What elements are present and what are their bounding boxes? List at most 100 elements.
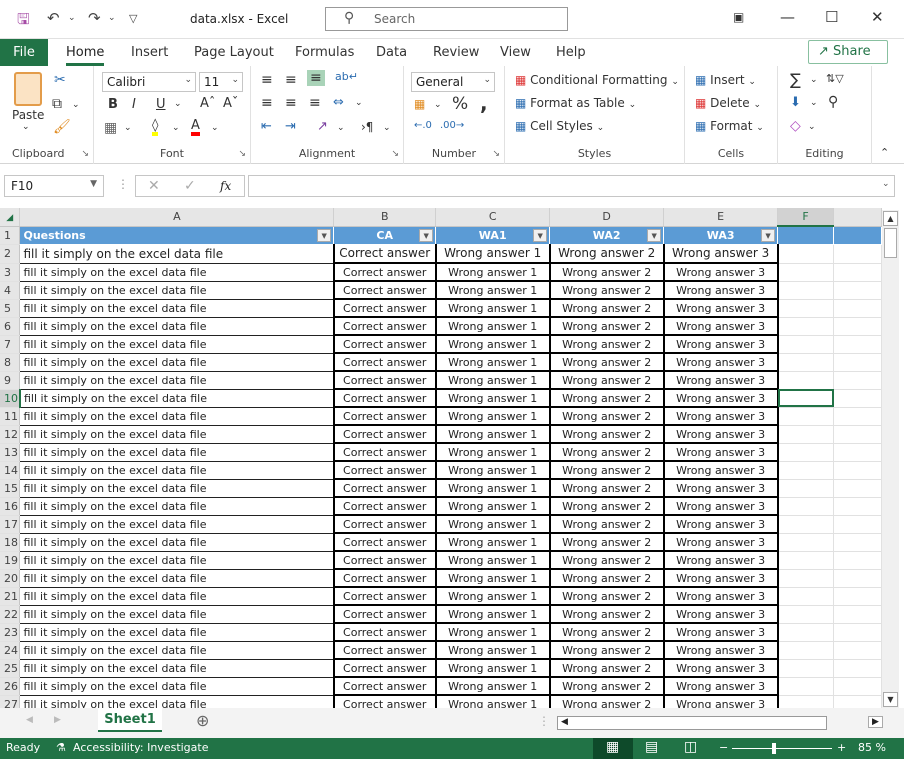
question-cell[interactable]: fill it simply on the excel data file <box>19 497 335 516</box>
answer-cell[interactable]: Correct answer <box>332 281 437 300</box>
answer-cell[interactable]: Wrong answer 2 <box>548 244 665 264</box>
question-cell[interactable]: fill it simply on the excel data file <box>19 641 335 660</box>
column-header-e[interactable]: E <box>663 208 779 227</box>
answer-cell[interactable]: Wrong answer 1 <box>434 533 551 552</box>
row-header[interactable]: 9 <box>0 371 21 390</box>
empty-cell[interactable] <box>833 569 882 588</box>
answer-cell[interactable]: Correct answer <box>332 299 437 318</box>
scroll-up-icon[interactable]: ▲ <box>883 211 898 226</box>
font-color-dropdown-icon[interactable]: ⌄ <box>211 123 219 133</box>
answer-cell[interactable]: Wrong answer 2 <box>548 677 665 696</box>
empty-cell[interactable] <box>777 263 835 282</box>
empty-cell[interactable] <box>833 551 882 570</box>
row-header[interactable]: 1 <box>0 226 21 245</box>
tab-insert[interactable]: Insert <box>131 45 168 60</box>
answer-cell[interactable]: Wrong answer 2 <box>548 497 665 516</box>
borders-dropdown-icon[interactable]: ⌄ <box>124 123 132 133</box>
answer-cell[interactable]: Wrong answer 3 <box>662 533 779 552</box>
zoom-slider-thumb[interactable] <box>771 743 776 754</box>
top-align-icon[interactable]: ≡ <box>261 72 273 88</box>
empty-cell[interactable] <box>833 226 882 245</box>
minimize-icon[interactable]: — <box>780 8 795 26</box>
question-cell[interactable]: fill it simply on the excel data file <box>19 461 335 480</box>
answer-cell[interactable]: Wrong answer 3 <box>662 407 779 426</box>
empty-cell[interactable] <box>833 263 882 282</box>
answer-cell[interactable]: Wrong answer 2 <box>548 317 665 336</box>
row-header[interactable]: 3 <box>0 263 21 282</box>
insert-function-icon[interactable]: fx <box>220 179 231 193</box>
insert-cells-button[interactable]: ▦ Insert ⌄ <box>695 73 756 87</box>
autosum-dropdown-icon[interactable]: ⌄ <box>810 75 818 85</box>
number-dialog-launcher-icon[interactable]: ↘ <box>492 149 500 159</box>
question-cell[interactable]: fill it simply on the excel data file <box>19 551 335 570</box>
row-header[interactable]: 22 <box>0 605 21 624</box>
column-header-a[interactable]: A <box>19 208 335 227</box>
active-cell[interactable] <box>777 389 835 408</box>
answer-cell[interactable]: Correct answer <box>332 317 437 336</box>
column-header-blank[interactable] <box>833 208 882 227</box>
table-header-cell[interactable]: CA ▼ <box>333 226 437 245</box>
answer-cell[interactable]: Wrong answer 3 <box>662 515 779 534</box>
answer-cell[interactable]: Correct answer <box>332 461 437 480</box>
answer-cell[interactable]: Correct answer <box>332 569 437 588</box>
row-header[interactable]: 11 <box>0 407 21 426</box>
answer-cell[interactable]: Wrong answer 1 <box>434 425 551 444</box>
paste-button[interactable]: Paste <box>12 108 44 122</box>
scroll-right-icon[interactable]: ▶ <box>868 716 883 728</box>
increase-indent-icon[interactable]: ⇥ <box>285 119 296 134</box>
empty-cell[interactable] <box>777 497 835 516</box>
answer-cell[interactable]: Correct answer <box>332 263 437 282</box>
answer-cell[interactable]: Wrong answer 1 <box>434 551 551 570</box>
empty-cell[interactable] <box>833 353 882 372</box>
answer-cell[interactable]: Wrong answer 3 <box>662 281 779 300</box>
row-header[interactable]: 15 <box>0 479 21 498</box>
underline-dropdown-icon[interactable]: ⌄ <box>174 99 182 109</box>
empty-cell[interactable] <box>833 317 882 336</box>
answer-cell[interactable]: Wrong answer 2 <box>548 281 665 300</box>
empty-cell[interactable] <box>833 371 882 390</box>
scroll-left-icon[interactable]: ◀ <box>561 717 568 727</box>
collapse-ribbon-icon[interactable]: ⌃ <box>880 146 889 159</box>
answer-cell[interactable]: Wrong answer 1 <box>434 605 551 624</box>
italic-button[interactable]: I <box>132 97 136 112</box>
answer-cell[interactable]: Wrong answer 2 <box>548 335 665 354</box>
answer-cell[interactable]: Wrong answer 1 <box>434 623 551 642</box>
empty-cell[interactable] <box>777 533 835 552</box>
answer-cell[interactable]: Wrong answer 1 <box>434 244 551 264</box>
filter-dropdown-icon[interactable]: ▼ <box>533 228 548 242</box>
answer-cell[interactable]: Wrong answer 3 <box>662 299 779 318</box>
answer-cell[interactable]: Wrong answer 1 <box>434 659 551 678</box>
empty-cell[interactable] <box>833 479 882 498</box>
select-all-corner[interactable]: ◢ <box>0 208 21 227</box>
empty-cell[interactable] <box>777 695 835 708</box>
column-header-d[interactable]: D <box>549 208 665 227</box>
empty-cell[interactable] <box>833 533 882 552</box>
row-header[interactable]: 23 <box>0 623 21 642</box>
prev-sheet-icon[interactable]: ◀ <box>26 715 33 725</box>
question-cell[interactable]: fill it simply on the excel data file <box>19 407 335 426</box>
empty-cell[interactable] <box>777 479 835 498</box>
sort-filter-icon[interactable]: ⇅▽ <box>826 72 844 85</box>
answer-cell[interactable]: Correct answer <box>332 389 437 408</box>
answer-cell[interactable]: Wrong answer 2 <box>548 461 665 480</box>
row-header[interactable]: 10 <box>0 389 21 408</box>
text-direction-icon[interactable]: ›¶ <box>361 120 373 134</box>
answer-cell[interactable]: Wrong answer 2 <box>548 479 665 498</box>
answer-cell[interactable]: Wrong answer 2 <box>548 371 665 390</box>
question-cell[interactable]: fill it simply on the excel data file <box>19 281 335 300</box>
expand-formula-bar-icon[interactable]: ⌄ <box>882 179 890 189</box>
zoom-level[interactable]: 85 % <box>858 741 886 754</box>
answer-cell[interactable]: Wrong answer 1 <box>434 479 551 498</box>
answer-cell[interactable]: Correct answer <box>332 695 437 708</box>
empty-cell[interactable] <box>777 335 835 354</box>
answer-cell[interactable]: Wrong answer 1 <box>434 389 551 408</box>
answer-cell[interactable]: Wrong answer 3 <box>662 335 779 354</box>
question-cell[interactable]: fill it simply on the excel data file <box>19 244 335 264</box>
empty-cell[interactable] <box>833 605 882 624</box>
row-header[interactable]: 19 <box>0 551 21 570</box>
answer-cell[interactable]: Wrong answer 2 <box>548 569 665 588</box>
answer-cell[interactable]: Wrong answer 2 <box>548 623 665 642</box>
question-cell[interactable]: fill it simply on the excel data file <box>19 371 335 390</box>
answer-cell[interactable]: Correct answer <box>332 335 437 354</box>
row-header[interactable]: 8 <box>0 353 21 372</box>
